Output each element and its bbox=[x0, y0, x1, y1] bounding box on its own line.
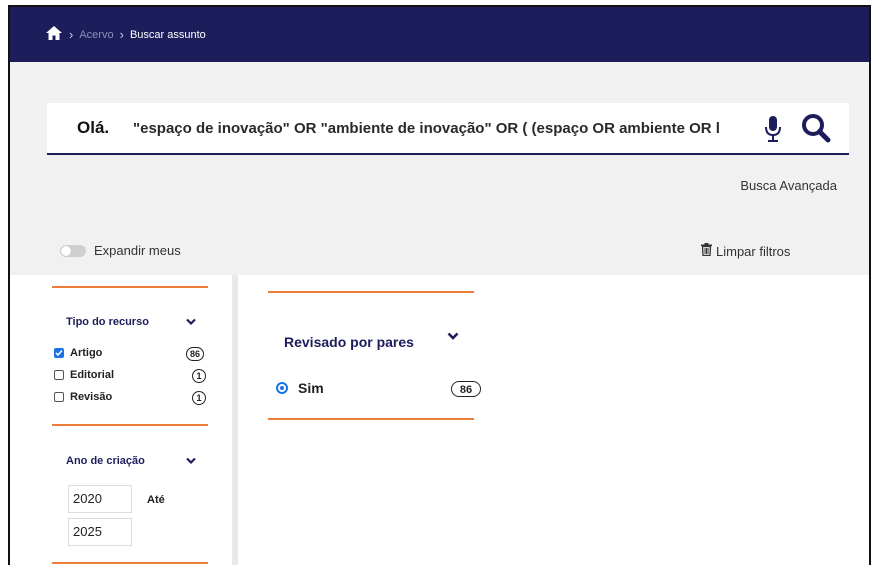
home-icon[interactable] bbox=[45, 25, 63, 44]
count-badge: 86 bbox=[186, 347, 205, 361]
toggle-knob bbox=[61, 245, 71, 256]
count-badge: 1 bbox=[192, 391, 206, 405]
app-frame: › Acervo › Buscar assunto Olá. "espaço d… bbox=[8, 5, 871, 565]
filter-option-sim[interactable]: Sim bbox=[276, 380, 324, 396]
chevron-down-icon[interactable] bbox=[186, 452, 196, 470]
microphone-icon[interactable] bbox=[763, 115, 783, 148]
clear-filters-button[interactable]: Limpar filtros bbox=[701, 243, 790, 259]
section-divider bbox=[52, 286, 208, 288]
section-divider bbox=[268, 291, 474, 293]
clear-filters-label: Limpar filtros bbox=[716, 243, 791, 259]
expand-toggle-row[interactable]: Expandir meus bbox=[60, 243, 181, 258]
year-to-input[interactable]: 2025 bbox=[68, 518, 132, 546]
filter-option-artigo[interactable]: Artigo bbox=[54, 347, 102, 359]
expand-label: Expandir meus bbox=[94, 243, 181, 258]
greeting-text: Olá. bbox=[77, 118, 110, 137]
count-badge: 86 bbox=[451, 381, 481, 397]
filter-title-tipo-recurso: Tipo do recurso bbox=[66, 316, 149, 328]
trash-icon bbox=[701, 243, 712, 259]
breadcrumb: › Acervo › Buscar assunto bbox=[45, 25, 206, 44]
checkbox-checked-icon[interactable] bbox=[54, 348, 64, 358]
sidebar-divider bbox=[232, 275, 238, 565]
filter-option-revisao[interactable]: Revisão bbox=[54, 391, 112, 403]
search-bar: Olá. "espaço de inovação" OR "ambiente d… bbox=[47, 103, 849, 155]
breadcrumb-separator-icon: › bbox=[119, 27, 124, 42]
breadcrumb-separator-icon: › bbox=[69, 27, 74, 42]
breadcrumb-item-acervo[interactable]: Acervo bbox=[79, 29, 113, 41]
advanced-search-link[interactable]: Busca Avançada bbox=[740, 178, 837, 193]
search-icon[interactable] bbox=[801, 113, 831, 148]
section-divider bbox=[268, 418, 474, 420]
search-input[interactable]: "espaço de inovação" OR "ambiente de ino… bbox=[133, 120, 741, 137]
expand-toggle[interactable] bbox=[60, 244, 86, 257]
count-badge: 1 bbox=[192, 369, 206, 383]
filter-option-label: Editorial bbox=[70, 369, 115, 381]
radio-selected-icon[interactable] bbox=[276, 382, 288, 394]
filter-option-editorial[interactable]: Editorial bbox=[54, 369, 114, 381]
filter-option-label: Artigo bbox=[70, 347, 103, 359]
top-navigation-bar: › Acervo › Buscar assunto bbox=[10, 7, 869, 62]
chevron-down-icon[interactable] bbox=[186, 313, 196, 331]
filter-option-label: Revisão bbox=[70, 391, 113, 403]
search-region: Olá. "espaço de inovação" OR "ambiente d… bbox=[10, 62, 869, 275]
filter-title-revisado: Revisado por pares bbox=[284, 334, 414, 350]
chevron-down-icon[interactable] bbox=[447, 328, 459, 346]
year-range-label: Até bbox=[147, 494, 165, 506]
breadcrumb-item-current: Buscar assunto bbox=[129, 28, 206, 41]
checkbox-icon[interactable] bbox=[54, 370, 64, 380]
filter-option-label: Sim bbox=[298, 380, 324, 396]
section-divider bbox=[52, 424, 208, 426]
section-divider bbox=[52, 562, 208, 564]
year-from-input[interactable]: 2020 bbox=[68, 485, 132, 513]
filter-title-ano-criacao: Ano de criação bbox=[66, 455, 145, 467]
checkbox-icon[interactable] bbox=[54, 392, 64, 402]
